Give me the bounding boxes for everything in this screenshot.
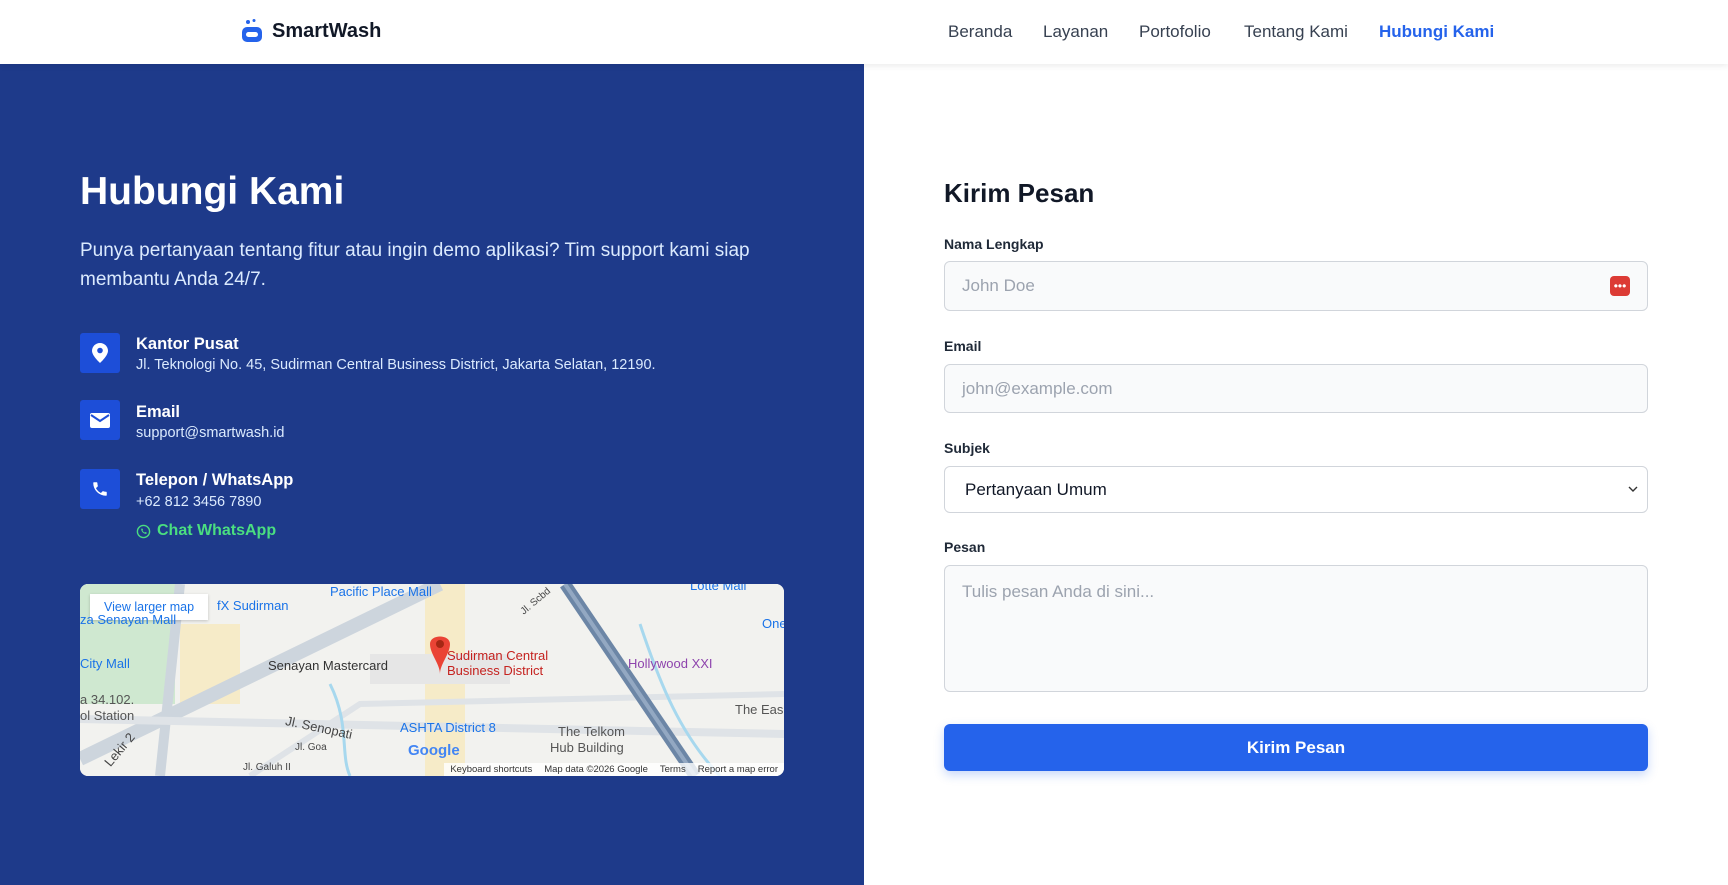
map-label: za Senayan Mall bbox=[80, 612, 177, 627]
map-label: ol Station bbox=[80, 708, 135, 723]
report-map-error-link[interactable]: Report a map error bbox=[698, 764, 778, 775]
nav-portofolio[interactable]: Portofolio bbox=[1139, 22, 1211, 42]
submit-button[interactable]: Kirim Pesan bbox=[944, 724, 1648, 771]
email-label: Email bbox=[944, 338, 982, 354]
map-label: Hollywood XXI bbox=[628, 656, 713, 671]
nav-layanan[interactable]: Layanan bbox=[1043, 22, 1108, 42]
chevron-down-icon bbox=[1628, 486, 1638, 492]
office-address: Jl. Teknologi No. 45, Sudirman Central B… bbox=[136, 357, 656, 373]
envelope-icon bbox=[80, 400, 120, 440]
email-input[interactable]: john@example.com bbox=[944, 364, 1648, 413]
brand-logo[interactable]: SmartWash bbox=[240, 18, 381, 44]
map-pin-icon bbox=[80, 333, 120, 373]
message-textarea[interactable]: Tulis pesan Anda di sini... bbox=[944, 565, 1648, 692]
map-label: One bbox=[762, 616, 784, 631]
nav-tentang-kami[interactable]: Tentang Kami bbox=[1244, 22, 1348, 42]
map-label: ASHTA District 8 bbox=[400, 720, 496, 735]
map-marker-label: Sudirman Central Business District bbox=[447, 648, 549, 678]
brand-name: SmartWash bbox=[272, 19, 382, 42]
map-label: Senayan Mastercard bbox=[268, 658, 388, 673]
whatsapp-icon bbox=[136, 524, 151, 538]
phone-value: +62 812 3456 7890 bbox=[136, 494, 262, 510]
terms-link[interactable]: Terms bbox=[660, 764, 686, 775]
email-value[interactable]: support@smartwash.id bbox=[136, 425, 285, 441]
map-footer: Keyboard shortcuts Map data ©2026 Google… bbox=[444, 763, 784, 776]
map-label: a 34.102. bbox=[80, 692, 135, 707]
password-manager-icon[interactable]: ••• bbox=[1610, 276, 1630, 296]
map-label: City Mall bbox=[80, 656, 130, 671]
map-label: Pacific Place Mall bbox=[330, 584, 432, 599]
map-label: Hub Building bbox=[550, 740, 624, 755]
form-title: Kirim Pesan bbox=[944, 178, 1095, 208]
google-logo: Google bbox=[408, 742, 460, 759]
nav-beranda[interactable]: Beranda bbox=[948, 22, 1012, 42]
washer-icon bbox=[242, 19, 262, 42]
map-label: The Telkom bbox=[558, 724, 625, 739]
phone-title: Telepon / WhatsApp bbox=[136, 471, 294, 489]
name-placeholder: John Doe bbox=[962, 276, 1035, 295]
chat-whatsapp-link[interactable]: Chat WhatsApp bbox=[136, 522, 276, 540]
subject-value: Pertanyaan Umum bbox=[965, 479, 1107, 499]
email-title: Email bbox=[136, 403, 181, 421]
map-data-text: Map data ©2026 Google bbox=[544, 764, 648, 775]
nav-hubungi-kami[interactable]: Hubungi Kami bbox=[1379, 22, 1494, 42]
email-placeholder: john@example.com bbox=[962, 378, 1113, 398]
phone-icon bbox=[80, 469, 120, 509]
header: SmartWash Beranda Layanan Portofolio Ten… bbox=[0, 0, 1728, 64]
map-label: Lotte Mall bbox=[690, 584, 747, 593]
name-input[interactable]: John Doe ••• bbox=[944, 261, 1648, 311]
message-placeholder: Tulis pesan Anda di sini... bbox=[962, 582, 1155, 601]
map-label: Jl. Goa bbox=[295, 742, 327, 753]
name-label: Nama Lengkap bbox=[944, 236, 1044, 252]
map-label: The Eas bbox=[735, 702, 784, 717]
contact-title: Hubungi Kami bbox=[80, 170, 345, 213]
contact-lead: Punya pertanyaan tentang fitur atau ingi… bbox=[80, 240, 750, 290]
subject-select[interactable]: Pertanyaan Umum bbox=[944, 466, 1648, 513]
embedded-map[interactable]: View larger map Pacific Place Mall fX Su… bbox=[80, 584, 784, 776]
map-label: fX Sudirman bbox=[217, 598, 289, 613]
keyboard-shortcuts-link[interactable]: Keyboard shortcuts bbox=[450, 764, 532, 775]
subject-label: Subjek bbox=[944, 440, 990, 456]
office-title: Kantor Pusat bbox=[136, 335, 239, 353]
message-label: Pesan bbox=[944, 539, 986, 555]
map-label: Jl. Galuh II bbox=[243, 762, 291, 773]
